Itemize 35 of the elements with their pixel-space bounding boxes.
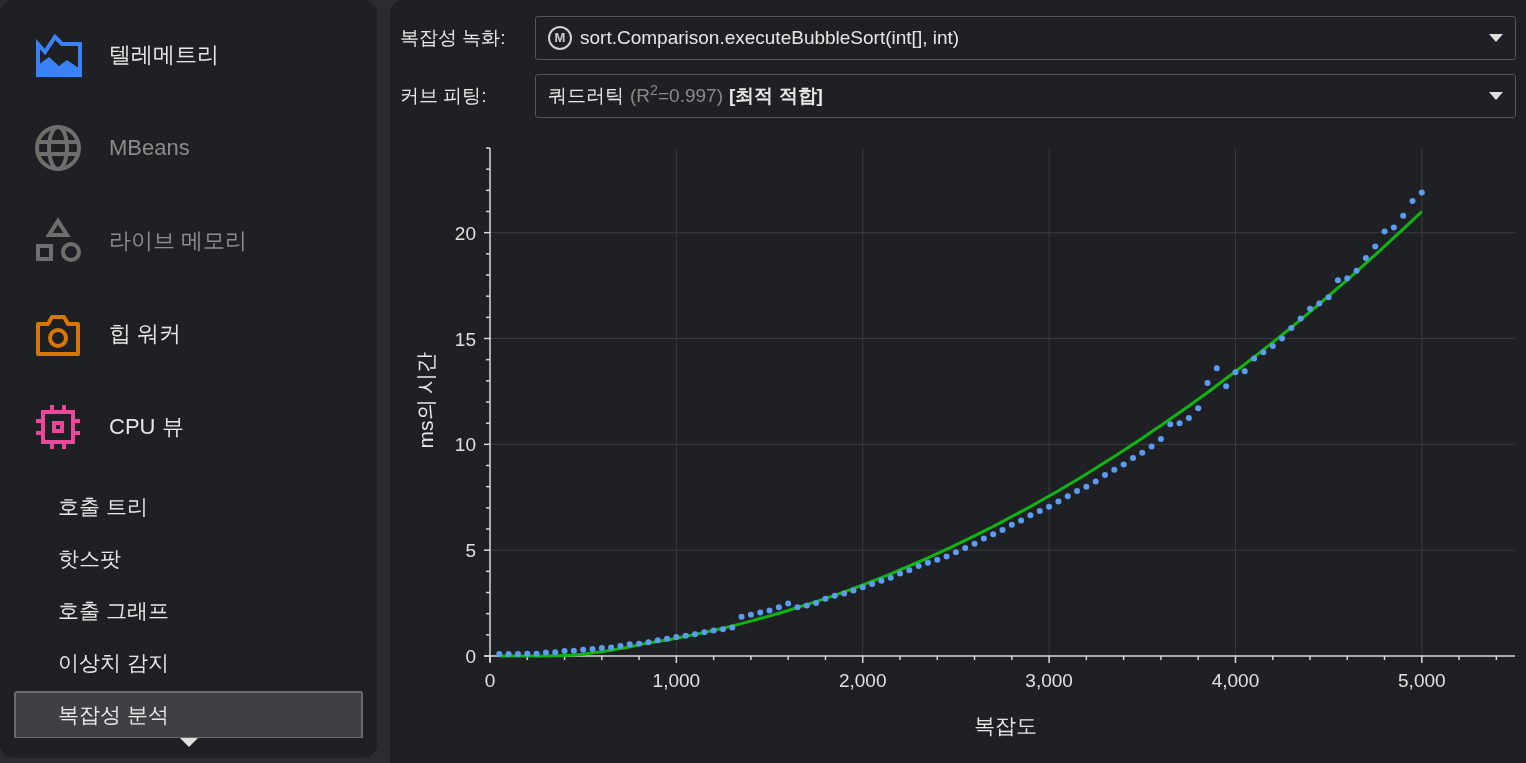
axis-tick-label: 3,000 — [1025, 670, 1073, 691]
sidebar-subitem[interactable]: 복잡성 분석 — [14, 691, 363, 738]
axis-tick-label: 20 — [454, 222, 476, 244]
axis-tick-label: 10 — [454, 434, 476, 456]
axis-tick-label: 0 — [465, 646, 476, 667]
dropdown-value: sort.Comparison.executeBubbleSort(int[], int) — [580, 25, 961, 50]
fit-tag: [최적 적합] — [729, 81, 823, 111]
shapes-icon — [34, 216, 82, 265]
sidebar-item[interactable]: CPU 뷰 — [34, 380, 357, 473]
axis-tick-label: 15 — [454, 328, 476, 350]
fit-name: 쿼드러틱 — [548, 83, 624, 108]
sidebar-subitem[interactable]: 호출 그래프 — [14, 587, 363, 635]
method-dropdown[interactable]: M sort.Comparison.executeBubbleSort(int[], int) — [535, 16, 1516, 60]
fit-score: (R$^{2}$=0.997) — [630, 81, 723, 108]
sidebar-item[interactable]: 힙 워커 — [34, 287, 357, 380]
sidebar-subitem[interactable]: 핫스팟 — [14, 535, 363, 583]
caret-icon — [1489, 34, 1503, 42]
sidebar-subitem[interactable]: 호출 트리 — [14, 483, 363, 531]
axis-tick-label: 0 — [484, 670, 496, 691]
globe-icon — [34, 123, 82, 172]
axis-title: 복잡도 — [974, 714, 1038, 737]
axis-tick-label: 4,000 — [1211, 670, 1260, 691]
sidebar-item[interactable]: 텔레메트리 — [34, 8, 357, 101]
axis-tick-label: 2,000 — [838, 670, 887, 691]
axis-title: ms의 시간 — [414, 351, 437, 449]
field-label: 커브 피팅: — [400, 83, 488, 108]
chip-icon — [34, 402, 82, 451]
caret-icon — [1489, 92, 1503, 100]
axis-tick-label: 5,000 — [1398, 670, 1446, 691]
curve-fit-dropdown[interactable]: 쿼드러틱 (R$^{2}$=0.997) [최적 적합] — [535, 74, 1516, 118]
field-label: 복잡성 녹화: — [400, 25, 507, 50]
sidebar-subitem[interactable]: 이상치 감지 — [14, 639, 363, 687]
axis-tick-label: 5 — [465, 540, 476, 562]
axis-tick-label: 1,000 — [652, 670, 701, 691]
method-badge: M — [548, 26, 572, 50]
